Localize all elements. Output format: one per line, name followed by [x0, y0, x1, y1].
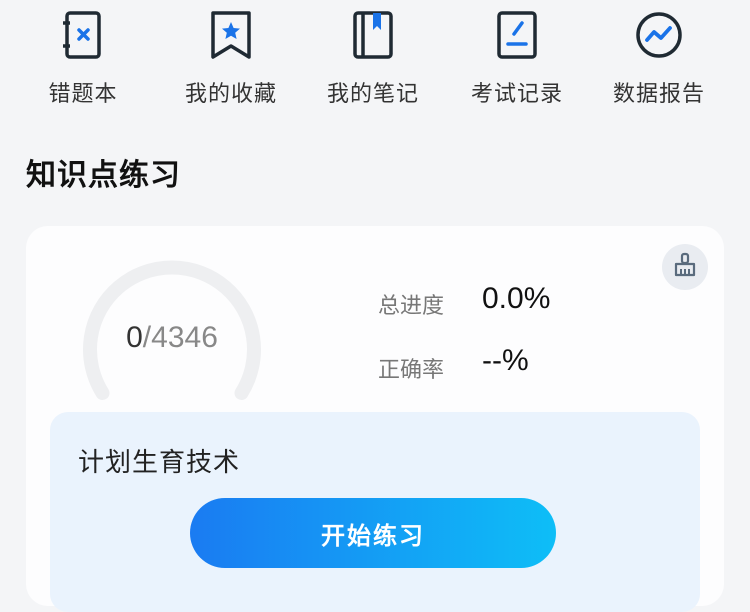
progress-separator: /	[142, 321, 152, 354]
total-progress-label: 总进度	[378, 294, 445, 319]
exam-record-icon	[490, 8, 544, 62]
exam-records-label: 考试记录	[470, 82, 563, 107]
plan-name: 计划生育技术	[78, 448, 241, 478]
wrong-book-label: 错题本	[48, 82, 118, 107]
quick-entry-bar: 错题本 我的收藏 我的笔记 考试记录 数据报告	[0, 0, 750, 120]
notes-label: 我的笔记	[326, 82, 419, 107]
wrong-book-icon	[56, 8, 110, 62]
favorites-entry[interactable]: 我的收藏	[166, 8, 296, 112]
data-report-label: 数据报告	[612, 82, 705, 107]
accuracy-label: 正确率	[378, 358, 445, 383]
accuracy-value: --%	[482, 344, 529, 377]
wrong-book-entry[interactable]: 错题本	[18, 8, 148, 112]
clean-button[interactable]	[662, 244, 708, 290]
section-title: 知识点练习	[26, 158, 181, 193]
start-practice-button[interactable]: 开始练习	[190, 498, 556, 568]
progress-total: 4346	[151, 321, 218, 354]
notes-entry[interactable]: 我的笔记	[308, 8, 438, 112]
broom-icon	[672, 252, 698, 282]
practice-card: 0/4346 总进度 0.0% 正确率 --% 计划生育技术 开始练习	[26, 226, 724, 612]
notebook-icon	[346, 8, 400, 62]
bookmark-star-icon	[204, 8, 258, 62]
data-report-entry[interactable]: 数据报告	[594, 8, 724, 112]
progress-count: 0/4346	[72, 321, 272, 355]
progress-done: 0	[126, 321, 143, 354]
plan-panel: 计划生育技术 开始练习	[50, 412, 700, 612]
exam-records-entry[interactable]: 考试记录	[452, 8, 582, 112]
total-progress-value: 0.0%	[482, 282, 551, 315]
trend-report-icon	[632, 8, 686, 62]
favorites-label: 我的收藏	[184, 82, 277, 107]
